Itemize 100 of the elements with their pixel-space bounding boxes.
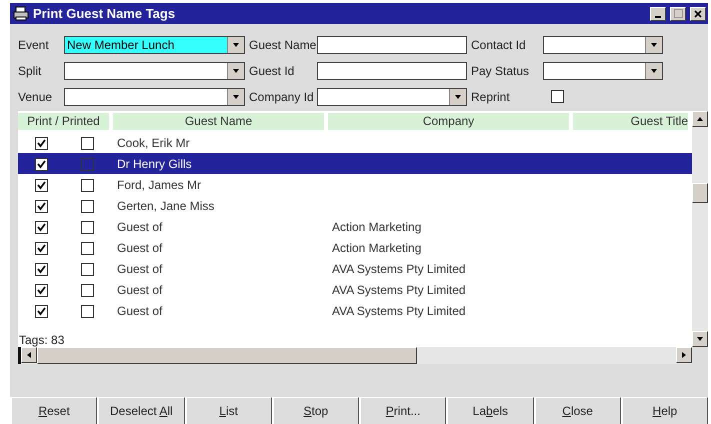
checkbox[interactable] [81,242,94,255]
check-icon [37,244,46,253]
checkbox[interactable] [35,242,48,255]
table-row[interactable]: Dr Henry Gills [18,153,692,174]
action-button[interactable]: Help [620,397,708,424]
table-cell-text: Guest of [116,240,164,254]
field-label: Venue [18,89,54,106]
table-row[interactable]: Guest of AVA Systems Pty Limited [18,258,692,279]
dropdown-field[interactable] [317,88,467,106]
maximize-icon [674,9,682,18]
dropdown-field[interactable] [64,88,245,106]
checkbox[interactable] [35,179,48,192]
check-icon [37,181,46,190]
checkbox[interactable] [81,263,94,276]
tags-count: Tags: 83 [18,333,66,347]
checkbox[interactable] [81,158,94,171]
close-button[interactable] [690,6,706,20]
table-row[interactable]: Ford, James Mr [18,174,692,195]
table-cell-text: Dr Henry Gills [116,156,193,170]
dropdown-field[interactable] [543,36,663,54]
checkbox[interactable] [81,221,94,234]
checkbox[interactable] [81,284,94,297]
maximize-button[interactable] [670,6,686,20]
action-button[interactable]: Labels [446,397,534,424]
table-row[interactable]: Guest of Action Marketing [18,216,692,237]
column-header[interactable]: Guest Name [113,113,324,130]
table-cell-text: Guest of [116,220,164,234]
table-row[interactable]: Cook, Erik Mr [18,132,692,153]
check-icon [37,286,46,295]
scroll-thumb[interactable] [692,183,708,203]
text-field[interactable] [317,62,467,80]
check-icon [37,223,46,232]
action-button[interactable]: Deselect All [97,397,184,424]
minimize-icon [655,16,661,18]
table-cell-text: Guest of [116,282,164,296]
checkbox[interactable] [35,158,48,171]
table-row[interactable]: Guest of Action Marketing [18,237,692,258]
field-label: Event [18,37,50,54]
checkbox[interactable] [35,305,48,318]
field-label: Pay Status [471,63,530,80]
check-icon [37,139,46,148]
up-arrow-icon [696,115,704,123]
check-icon [37,307,46,316]
table-cell-text: AVA Systems Pty Limited [331,262,467,276]
minimize-button[interactable] [650,6,666,20]
dropdown-arrow-icon [232,93,240,101]
checkbox[interactable] [81,179,94,192]
scroll-down-button[interactable] [692,331,708,347]
action-button[interactable]: List [184,397,272,424]
field-label: Contact Id [471,37,527,54]
dropdown-arrow-icon [232,41,240,49]
left-arrow-icon [25,351,33,359]
right-arrow-icon [680,351,688,359]
checkbox[interactable] [35,263,48,276]
action-button[interactable]: Print... [359,397,446,424]
column-header[interactable]: Print / Printed [18,113,109,130]
action-button[interactable]: Close [534,397,621,424]
action-button[interactable]: Stop [272,397,359,424]
dropdown-field[interactable] [543,62,663,80]
checkbox[interactable] [35,200,48,213]
dropdown-field[interactable]: New Member Lunch [64,36,245,54]
table-cell-text: Action Marketing [331,220,422,234]
scroll-left-button[interactable] [21,347,37,363]
scroll-thumb[interactable] [37,347,417,364]
action-button[interactable]: Reset [10,397,98,424]
column-header[interactable]: Company [328,113,569,130]
printer-icon [13,6,29,21]
table-cell-text: Guest of [116,304,164,318]
table-row[interactable]: Gerten, Jane Miss [18,195,692,216]
table-cell-text: AVA Systems Pty Limited [331,304,467,318]
checkbox[interactable] [81,305,94,318]
scroll-right-button[interactable] [676,347,692,363]
horizontal-scrollbar[interactable] [18,347,692,364]
checkbox[interactable] [35,137,48,150]
check-icon [37,160,46,169]
table-cell-text: Guest of [116,262,164,276]
field-label: Guest Id [249,63,296,80]
down-arrow-icon [696,335,704,343]
text-field[interactable] [317,36,467,54]
field-label: Company Id [249,89,313,106]
scroll-up-button[interactable] [692,111,708,127]
dropdown-field[interactable] [64,62,245,80]
checkbox[interactable] [35,284,48,297]
table-cell-text: Action Marketing [331,240,422,254]
table-cell-text: Cook, Erik Mr [116,136,191,150]
table-row[interactable]: Guest of AVA Systems Pty Limited [18,279,692,300]
field-label: Split [18,63,42,80]
close-icon [694,10,702,18]
column-header[interactable]: Guest Title [573,113,688,130]
vertical-scrollbar[interactable] [692,111,708,347]
dropdown-arrow-icon [650,67,658,75]
window-title: Print Guest Name Tags [33,6,176,21]
checkbox[interactable] [81,200,94,213]
dropdown-arrow-icon [454,93,462,101]
checkbox[interactable] [35,221,48,234]
table-row[interactable]: Guest of AVA Systems Pty Limited [18,300,692,321]
table-cell-text: Gerten, Jane Miss [116,198,216,212]
checkbox[interactable] [551,90,564,103]
check-icon [37,265,46,274]
checkbox[interactable] [81,137,94,150]
